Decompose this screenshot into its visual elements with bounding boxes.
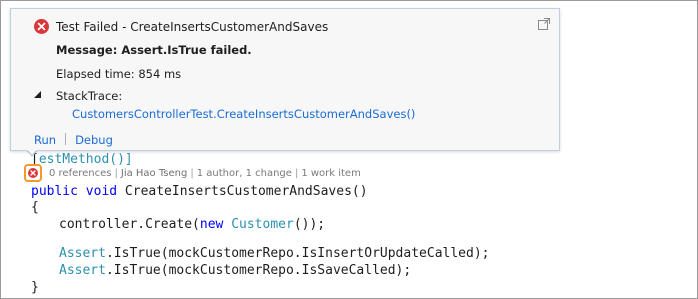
stacktrace-label: StackTrace: xyxy=(56,89,123,103)
attribute-name: estMethod()] xyxy=(38,152,133,167)
action-divider xyxy=(65,133,67,145)
create-call: controller.Create( xyxy=(59,217,200,232)
code-line-create: controller.Create(new Customer()); xyxy=(59,216,325,233)
debug-button[interactable]: Debug xyxy=(75,133,113,147)
code-line-close-brace: } xyxy=(31,280,39,295)
code-line-open-brace: { xyxy=(31,200,39,215)
new-keyword: new xyxy=(199,217,224,232)
codelens-changes[interactable]: 1 author, 1 change xyxy=(197,168,292,179)
codelens-references[interactable]: 0 references xyxy=(49,168,112,179)
error-x-circle-icon xyxy=(34,19,49,34)
error-x-circle-icon xyxy=(28,168,38,178)
method-keywords: public void xyxy=(31,184,118,199)
failure-message: Message: Assert.IsTrue failed. xyxy=(56,43,252,57)
popup-title: Test Failed - CreateInsertsCustomerAndSa… xyxy=(56,20,329,34)
method-name: CreateInsertsCustomerAndSaves() xyxy=(117,184,368,199)
customer-type: Customer xyxy=(231,217,294,232)
editor-window: [estMethod()] 0 references | Jia Hao Tseng… xyxy=(0,0,698,299)
assert2-rest: .IsTrue(mockCustomerRepo.IsSaveCalled); xyxy=(105,263,412,278)
stacktrace-link[interactable]: CustomersControllerTest.CreateInsertsCus… xyxy=(72,107,415,121)
popup-pointer-fill xyxy=(26,148,38,155)
code-line-method-signature: public void CreateInsertsCustomerAndSave… xyxy=(31,183,368,200)
codelens-work-items[interactable]: 1 work item xyxy=(301,168,361,179)
code-line-assert-2: Assert.IsTrue(mockCustomerRepo.IsSaveCal… xyxy=(59,262,411,279)
create-suffix: ()); xyxy=(293,217,326,232)
test-status-badge[interactable] xyxy=(24,164,42,182)
popout-window-icon[interactable] xyxy=(538,18,550,30)
test-result-popup: Test Failed - CreateInsertsCustomerAndSa… xyxy=(10,8,560,151)
code-line-attribute: [estMethod()] xyxy=(31,152,133,167)
codelens-author[interactable]: Jia Hao Tseng xyxy=(121,168,187,179)
assert1-rest: .IsTrue(mockCustomerRepo.IsInsertOrUpdat… xyxy=(105,246,490,261)
assert-type: Assert xyxy=(59,246,106,261)
codelens-bar: 0 references | Jia Hao Tseng | 1 author, 1 c… xyxy=(49,168,361,179)
popup-actions: Run Debug xyxy=(34,133,113,147)
assert-type: Assert xyxy=(59,263,106,278)
run-button[interactable]: Run xyxy=(34,133,56,147)
code-line-assert-1: Assert.IsTrue(mockCustomerRepo.IsInsertO… xyxy=(59,245,489,262)
elapsed-time: Elapsed time: 854 ms xyxy=(56,67,182,81)
collapse-triangle-icon[interactable] xyxy=(32,89,44,101)
